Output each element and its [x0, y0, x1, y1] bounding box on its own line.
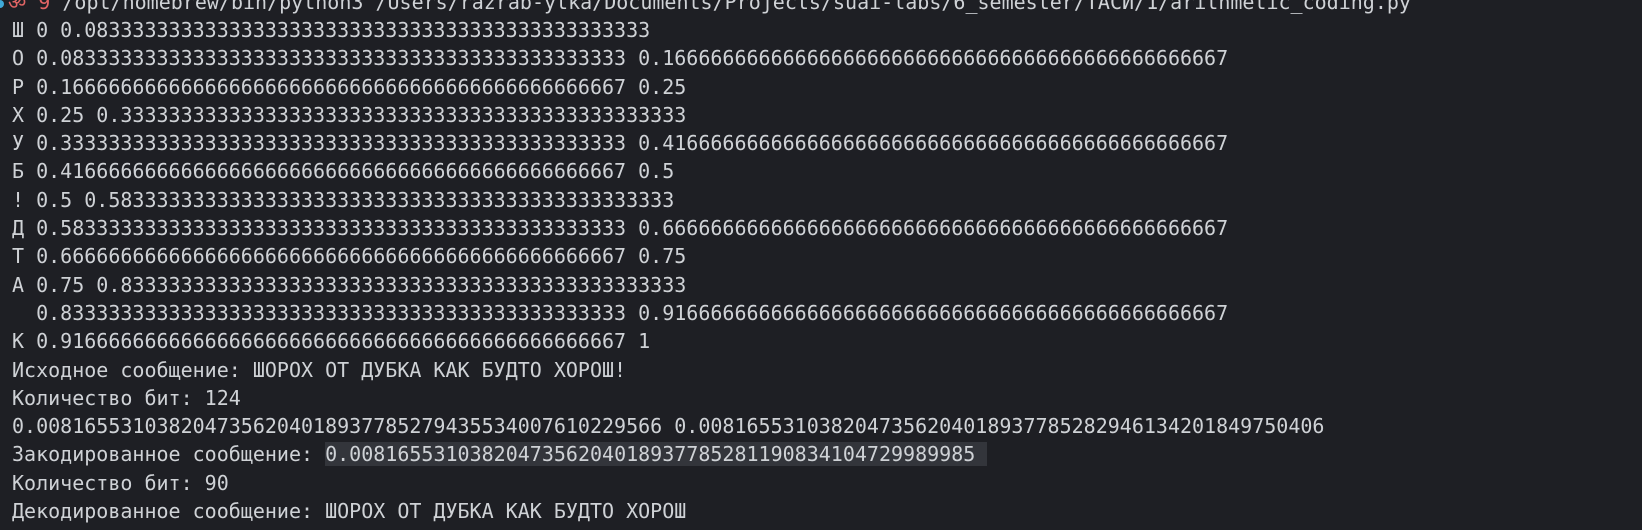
interval-bounds-line: 0.00816553103820473562040189377852794355…	[12, 414, 1325, 439]
output-line: Т 0.666666666666666666666666666666666666…	[12, 244, 687, 269]
encoded-label: Закодированное сообщение:	[12, 442, 326, 467]
output-line: О 0.083333333333333333333333333333333333…	[12, 46, 1229, 71]
output-line: Х 0.25 0.3333333333333333333333333333333…	[12, 102, 687, 127]
command-text: /opt/homebrew/bin/python3 /Users/razrab-…	[62, 0, 1411, 14]
output-line: К 0.916666666666666666666666666666666666…	[12, 329, 651, 354]
output-line: ! 0.5 0.58333333333333333333333333333333…	[12, 187, 675, 212]
output-line: У 0.333333333333333333333333333333333333…	[12, 131, 1229, 156]
output-line: 0.83333333333333333333333333333333333333…	[12, 300, 1229, 325]
encoded-bit-count-line: Количество бит: 90	[12, 470, 229, 495]
prompt-number: ॐ 9	[8, 0, 51, 14]
terminal-output: Ш 0 0.0833333333333333333333333333333333…	[12, 16, 1642, 525]
encoded-message-line: Закодированное сообщение: 0.008165531038…	[12, 440, 1642, 468]
bit-count-line: Количество бит: 124	[12, 385, 241, 410]
output-line: Б 0.416666666666666666666666666666666666…	[12, 159, 675, 184]
output-line: Р 0.166666666666666666666666666666666666…	[12, 74, 687, 99]
output-line: Ш 0 0.0833333333333333333333333333333333…	[12, 18, 651, 42]
output-line: Д 0.583333333333333333333333333333333333…	[12, 216, 1229, 241]
prompt-status-dot-icon	[0, 0, 4, 8]
command-line: ॐ 9 /opt/homebrew/bin/python3 /Users/raz…	[0, 0, 1411, 16]
source-message-line: Исходное сообщение: ШОРОХ ОТ ДУБКА КАК Б…	[12, 357, 627, 382]
encoded-value-selection[interactable]: 0.00816553103820473562040189377852811908…	[325, 442, 988, 467]
output-line: А 0.75 0.8333333333333333333333333333333…	[12, 272, 687, 297]
decoded-message-line: Декодированное сообщение: ШОРОХ ОТ ДУБКА…	[12, 499, 687, 524]
terminal-window[interactable]: ॐ 9 /opt/homebrew/bin/python3 /Users/raz…	[0, 0, 1642, 530]
